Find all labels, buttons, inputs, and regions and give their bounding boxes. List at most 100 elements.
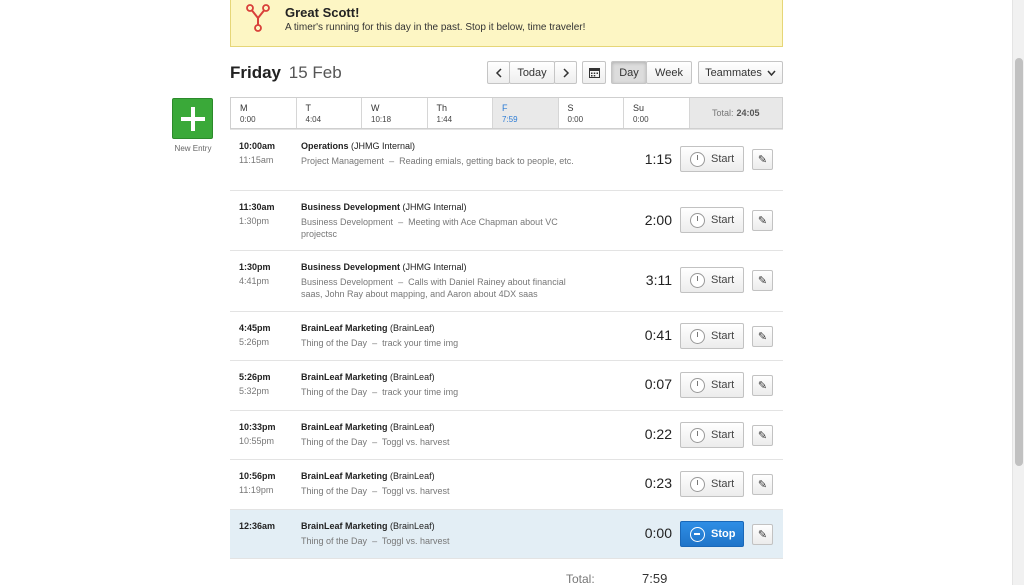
time-entry-row: 4:45pm 5:26pm BrainLeaf Marketing (Brain… bbox=[230, 312, 783, 361]
entry-start-time: 4:45pm bbox=[239, 323, 271, 333]
entry-duration: 0:22 bbox=[644, 426, 672, 442]
week-total: Total: 24:05 bbox=[689, 98, 782, 128]
teammates-label: Teammates bbox=[705, 66, 762, 79]
page-title: Friday 15 Feb bbox=[230, 63, 342, 83]
time-entry-row: 10:00am 11:15am Operations (JHMG Interna… bbox=[230, 130, 783, 191]
week-day-thu[interactable]: Th 1:44 bbox=[428, 98, 493, 128]
entry-project: BrainLeaf Marketing (BrainLeaf) bbox=[301, 422, 435, 432]
edit-entry-button[interactable]: ✎ bbox=[752, 524, 773, 545]
entry-task-notes: Thing of the Day – Toggl vs. harvest bbox=[301, 437, 450, 447]
pencil-icon: ✎ bbox=[757, 331, 768, 343]
entry-project: BrainLeaf Marketing (BrainLeaf) bbox=[301, 372, 435, 382]
pencil-icon: ✎ bbox=[757, 154, 768, 166]
entry-end-time: 11:15am bbox=[239, 155, 274, 165]
day-total-value: 7:59 bbox=[642, 571, 668, 585]
time-entry-row: 11:30am 1:30pm Business Development (JHM… bbox=[230, 191, 783, 251]
week-day-tue[interactable]: T 4:04 bbox=[297, 98, 362, 128]
entry-end-time: 10:55pm bbox=[239, 436, 275, 446]
entry-project: Operations (JHMG Internal) bbox=[301, 141, 416, 151]
entry-project: Business Development (JHMG Internal) bbox=[301, 262, 467, 272]
start-timer-button[interactable]: Start bbox=[680, 422, 744, 448]
entry-project: Business Development (JHMG Internal) bbox=[301, 202, 467, 212]
chevron-down-icon bbox=[767, 70, 776, 76]
entry-task-notes: Thing of the Day – Toggl vs. harvest bbox=[301, 486, 450, 496]
week-day-strip: M 0:00 T 4:04 W 10:18 Th 1:44 F 7:59 S 0:00 Su… bbox=[230, 97, 783, 129]
entry-duration: 0:41 bbox=[644, 327, 672, 343]
clock-icon bbox=[690, 272, 705, 288]
week-day-sun[interactable]: Su 0:00 bbox=[624, 98, 690, 128]
entry-duration: 0:07 bbox=[644, 376, 672, 392]
entry-end-time: 5:26pm bbox=[239, 337, 270, 347]
entry-start-time: 10:33pm bbox=[239, 422, 276, 432]
entry-task-notes: Thing of the Day – track your time img bbox=[301, 387, 459, 397]
entry-project: BrainLeaf Marketing (BrainLeaf) bbox=[301, 323, 435, 333]
clock-icon bbox=[690, 377, 705, 393]
edit-entry-button[interactable]: ✎ bbox=[752, 375, 773, 396]
week-day-fri[interactable]: F 7:59 bbox=[493, 98, 559, 128]
pencil-icon: ✎ bbox=[757, 215, 768, 227]
entry-start-time: 10:00am bbox=[239, 141, 276, 151]
edit-entry-button[interactable]: ✎ bbox=[752, 149, 773, 170]
page-scrollbar[interactable] bbox=[1012, 0, 1024, 585]
entry-task-notes: Business Development – Meeting with Ace … bbox=[301, 217, 558, 239]
running-time-entry-row: 12:36am BrainLeaf Marketing (BrainLeaf) … bbox=[230, 510, 783, 559]
week-day-sat[interactable]: S 0:00 bbox=[559, 98, 624, 128]
entry-start-time: 10:56pm bbox=[239, 471, 276, 481]
new-entry-button[interactable] bbox=[172, 98, 213, 139]
edit-entry-button[interactable]: ✎ bbox=[752, 326, 773, 347]
entry-end-time: 5:32pm bbox=[239, 386, 270, 396]
pencil-icon: ✎ bbox=[757, 479, 768, 491]
day-view-toggle[interactable]: Day bbox=[611, 61, 647, 84]
clock-icon bbox=[690, 151, 705, 167]
scrollbar-thumb[interactable] bbox=[1015, 58, 1023, 466]
entry-end-time: 1:30pm bbox=[239, 216, 270, 226]
pencil-icon: ✎ bbox=[757, 380, 768, 392]
banner-message: A timer's running for this day in the pa… bbox=[285, 22, 586, 33]
entry-task-notes: Business Development – Calls with Daniel… bbox=[301, 277, 566, 299]
pencil-icon: ✎ bbox=[757, 529, 768, 541]
day-date: 15 Feb bbox=[288, 63, 342, 82]
day-total-label: Total: bbox=[566, 572, 595, 585]
next-day-button[interactable] bbox=[554, 61, 577, 84]
pencil-icon: ✎ bbox=[757, 275, 768, 287]
today-button[interactable]: Today bbox=[509, 61, 555, 84]
chevron-right-icon bbox=[562, 67, 569, 78]
calendar-button[interactable] bbox=[582, 61, 606, 84]
entry-start-time: 11:30am bbox=[239, 202, 275, 212]
entry-duration: 1:15 bbox=[644, 151, 672, 167]
entry-end-time: 11:19pm bbox=[239, 485, 274, 495]
edit-entry-button[interactable]: ✎ bbox=[752, 474, 773, 495]
edit-entry-button[interactable]: ✎ bbox=[752, 270, 773, 291]
chevron-left-icon bbox=[495, 67, 502, 78]
pencil-icon: ✎ bbox=[757, 430, 768, 442]
entry-start-time: 1:30pm bbox=[239, 262, 271, 272]
week-day-mon[interactable]: M 0:00 bbox=[231, 98, 297, 128]
week-day-wed[interactable]: W 10:18 bbox=[362, 98, 428, 128]
start-timer-button[interactable]: Start bbox=[680, 267, 744, 293]
week-total-value: 24:05 bbox=[736, 108, 760, 118]
clock-icon bbox=[690, 212, 705, 228]
start-timer-button[interactable]: Start bbox=[680, 323, 744, 349]
new-entry-label: New Entry bbox=[174, 144, 212, 153]
time-entry-row: 10:56pm 11:19pm BrainLeaf Marketing (Bra… bbox=[230, 460, 783, 510]
entry-project: BrainLeaf Marketing (BrainLeaf) bbox=[301, 471, 435, 481]
start-timer-button[interactable]: Start bbox=[680, 146, 744, 172]
time-entry-row: 5:26pm 5:32pm BrainLeaf Marketing (Brain… bbox=[230, 361, 783, 411]
start-timer-button[interactable]: Start bbox=[680, 207, 744, 233]
time-entry-row: 1:30pm 4:41pm Business Development (JHMG… bbox=[230, 251, 783, 312]
week-view-toggle[interactable]: Week bbox=[646, 61, 692, 84]
stop-timer-button[interactable]: Stop bbox=[680, 521, 744, 547]
teammates-dropdown[interactable]: Teammates bbox=[698, 61, 783, 84]
day-of-week: Friday bbox=[230, 63, 282, 82]
entry-duration: 2:00 bbox=[644, 212, 672, 228]
entry-duration: 0:00 bbox=[644, 525, 672, 541]
previous-day-button[interactable] bbox=[487, 61, 510, 84]
entry-task-notes: Project Management – Reading emials, get… bbox=[301, 156, 574, 166]
clock-icon bbox=[690, 427, 705, 443]
start-timer-button[interactable]: Start bbox=[680, 372, 744, 398]
start-timer-button[interactable]: Start bbox=[680, 471, 744, 497]
entry-start-time: 12:36am bbox=[239, 521, 276, 531]
entry-task-notes: Thing of the Day – track your time img bbox=[301, 338, 459, 348]
edit-entry-button[interactable]: ✎ bbox=[752, 425, 773, 446]
edit-entry-button[interactable]: ✎ bbox=[752, 210, 773, 231]
